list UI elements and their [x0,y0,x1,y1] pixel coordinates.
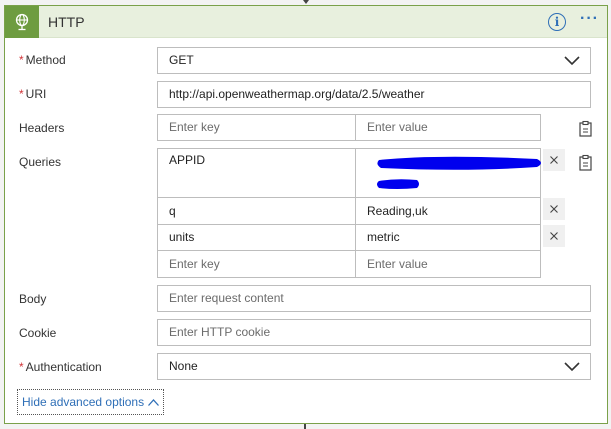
globe-icon [5,6,39,38]
redaction-mark [377,156,541,189]
method-label: * Method [19,53,66,67]
queries-grid: APPID q Reading,uk units metric Enter ke… [157,148,541,278]
chevron-down-icon [564,56,580,66]
method-value: GET [169,53,194,67]
close-icon [550,156,558,164]
cookie-label: Cookie [19,326,57,340]
query-value-input[interactable]: metric [356,225,540,250]
uri-label: * URI [19,87,46,101]
query-key-input[interactable]: units [158,225,355,250]
uri-label-text: URI [25,87,47,101]
authentication-label-text: Authentication [25,360,102,374]
delete-row-button[interactable] [543,225,565,247]
query-value-input[interactable]: Reading,uk [356,198,540,224]
query-value-input[interactable] [356,149,541,197]
advanced-label: Hide advanced options [22,395,145,409]
required-marker: * [19,53,24,67]
card-header[interactable]: HTTP i ··· [5,6,607,38]
headers-grid: Enter key Enter value [157,114,541,141]
connector-line [304,424,306,429]
close-icon [550,205,558,213]
required-marker: * [19,360,24,374]
http-action-card: HTTP i ··· * Method GET * URI http://api.o… [4,5,608,424]
clipboard-icon[interactable] [577,154,595,172]
delete-row-button[interactable] [543,198,565,220]
authentication-dropdown[interactable]: None [157,353,591,380]
chevron-up-icon [148,398,160,406]
authentication-value: None [169,359,198,373]
header-value-input[interactable]: Enter value [356,115,540,140]
body-label: Body [19,292,47,306]
info-icon[interactable]: i [548,13,566,31]
body-input[interactable]: Enter request content [157,285,591,312]
method-dropdown[interactable]: GET [157,47,591,74]
required-marker: * [19,87,24,101]
headers-label: Headers [19,121,65,135]
hide-advanced-options-link[interactable]: Hide advanced options [17,389,165,415]
query-value-input[interactable]: Enter value [356,251,540,277]
uri-input[interactable]: http://api.openweathermap.org/data/2.5/w… [157,81,591,108]
chevron-down-icon [564,362,580,372]
query-key-input[interactable]: q [158,198,355,224]
delete-row-button[interactable] [543,149,565,171]
close-icon [550,232,558,240]
query-key-input[interactable]: APPID [158,153,355,173]
more-options-icon[interactable]: ··· [580,10,599,28]
query-key-input[interactable]: Enter key [158,251,355,277]
clipboard-icon[interactable] [577,120,595,138]
cookie-input[interactable]: Enter HTTP cookie [157,319,591,346]
header-key-input[interactable]: Enter key [158,115,355,140]
queries-label: Queries [19,155,62,169]
authentication-label: * Authentication [19,360,102,374]
card-title: HTTP [48,14,85,30]
method-label-text: Method [25,53,66,67]
